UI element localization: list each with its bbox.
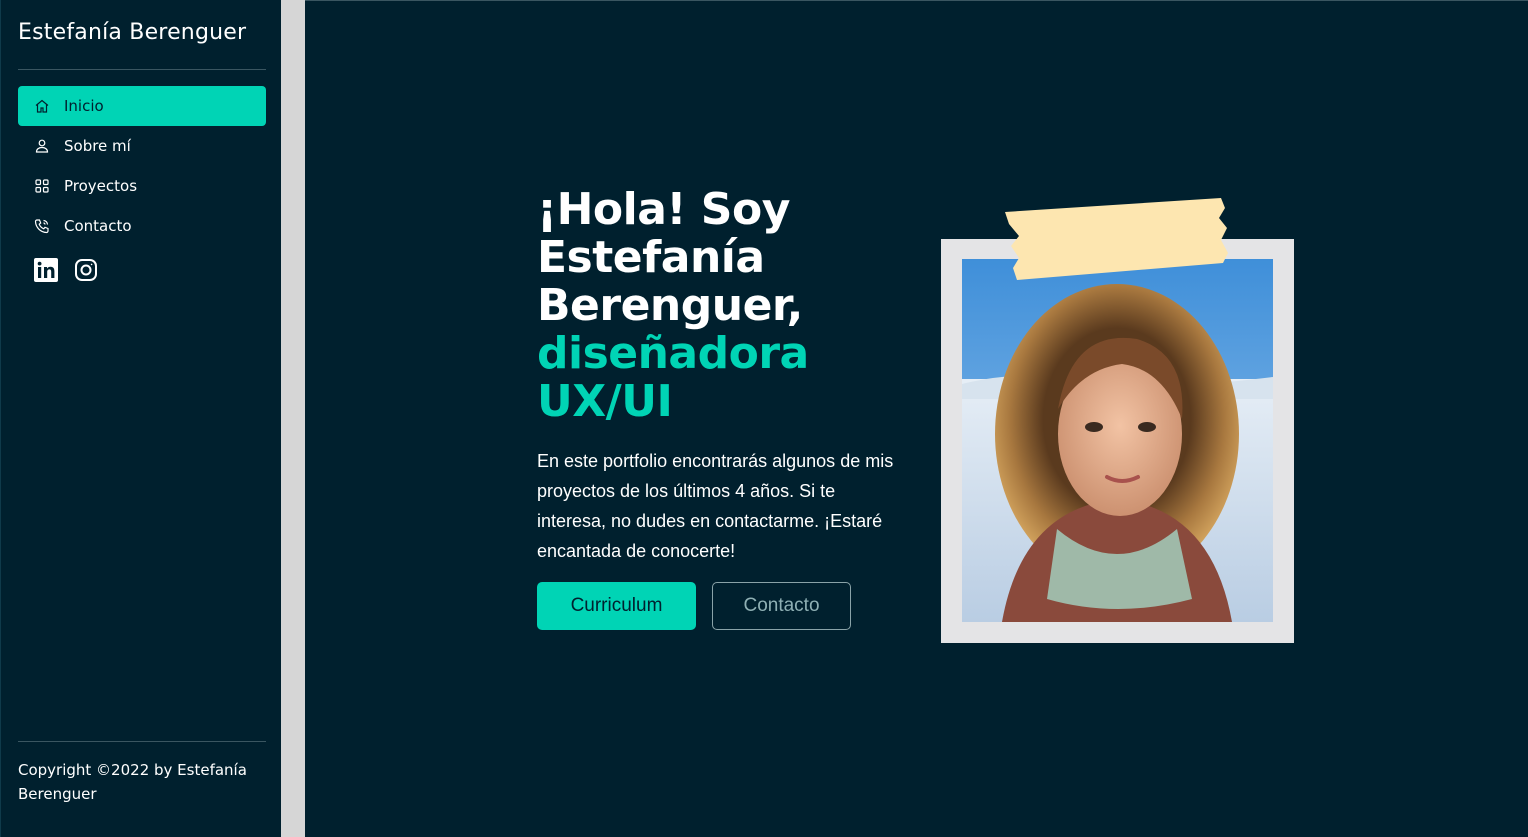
headline-accent: UX/UI <box>537 376 673 427</box>
sidebar-divider-top <box>18 69 266 70</box>
headline-line: Berenguer, <box>537 280 803 331</box>
sidebar-divider-bottom <box>18 741 266 742</box>
photo-frame <box>941 239 1294 643</box>
grid-icon <box>34 178 50 194</box>
sidebar-item-sobre-mi[interactable]: Sobre mí <box>18 126 266 166</box>
sidebar-nav: Inicio Sobre mí Proyectos Contacto <box>18 86 266 246</box>
instagram-icon[interactable] <box>74 258 98 282</box>
curriculum-button[interactable]: Curriculum <box>537 582 696 630</box>
social-links <box>34 258 98 282</box>
hero-section: ¡Hola! Soy Estefanía Berenguer, diseñado… <box>537 186 917 630</box>
headline-line: Estefanía <box>537 232 765 283</box>
sidebar-item-proyectos[interactable]: Proyectos <box>18 166 266 206</box>
sidebar-item-label: Inicio <box>64 97 104 115</box>
user-icon <box>34 138 50 154</box>
sidebar-item-inicio[interactable]: Inicio <box>18 86 266 126</box>
phone-icon <box>34 218 50 234</box>
sidebar-item-label: Proyectos <box>64 177 138 195</box>
linkedin-icon[interactable] <box>34 258 58 282</box>
sidebar-item-contacto[interactable]: Contacto <box>18 206 266 246</box>
copyright-text: Copyright ©2022 by Estefanía Berenguer <box>18 758 268 806</box>
headline-line: ¡Hola! Soy <box>537 184 790 235</box>
home-icon <box>34 98 50 114</box>
tape-decoration <box>1005 198 1229 280</box>
hero-buttons: Curriculum Contacto <box>537 582 917 630</box>
profile-photo <box>962 259 1273 622</box>
copyright-line: Berenguer <box>18 785 97 803</box>
headline-accent: diseñadora <box>537 328 809 379</box>
sidebar: Estefanía Berenguer Inicio Sobre mí Proy… <box>0 0 281 837</box>
sidebar-item-label: Contacto <box>64 217 132 235</box>
copyright-line: Copyright ©2022 by Estefanía <box>18 761 247 779</box>
hero-headline: ¡Hola! Soy Estefanía Berenguer, diseñado… <box>537 186 917 426</box>
site-title[interactable]: Estefanía Berenguer <box>18 20 246 45</box>
main-content: ¡Hola! Soy Estefanía Berenguer, diseñado… <box>305 0 1528 837</box>
contact-button[interactable]: Contacto <box>712 582 851 630</box>
hero-intro: En este portfolio encontrarás algunos de… <box>537 451 894 561</box>
sidebar-gutter <box>281 0 305 837</box>
sidebar-item-label: Sobre mí <box>64 137 131 155</box>
